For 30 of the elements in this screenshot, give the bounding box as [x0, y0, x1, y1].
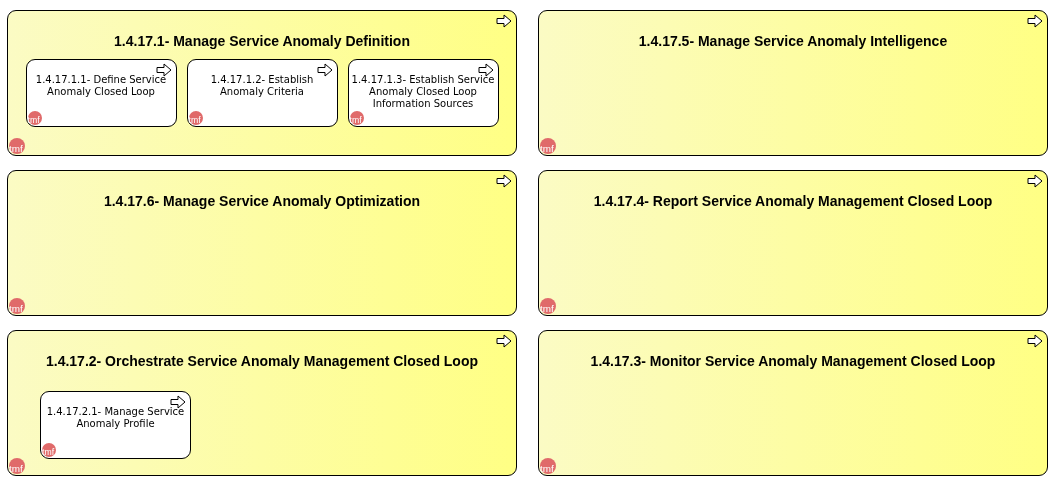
- logo-badge: tmf: [9, 458, 25, 474]
- arrow-icon: [496, 14, 512, 28]
- process-title: 1.4.17.6- Manage Service Anomaly Optimization: [103, 193, 421, 209]
- logo-badge: tmf: [42, 443, 56, 457]
- arrow-icon: [155, 63, 172, 77]
- logo-badge: tmf: [9, 298, 25, 314]
- subprocess-title: 1.4.17.1.3- Establish Service Anomaly Closed Loop Information Sources: [350, 74, 496, 110]
- arrow-icon: [1027, 174, 1043, 188]
- subprocess-title: 1.4.17.1.1- Define Service Anomaly Closed Loop: [34, 74, 168, 98]
- arrow-icon: [316, 63, 333, 77]
- process-title: 1.4.17.2- Orchestrate Service Anomaly Management Closed Loop: [45, 353, 479, 369]
- logo-badge: tmf: [27, 111, 42, 125]
- subprocess-title: 1.4.17.2.1- Manage Service Anomaly Profile: [45, 406, 186, 430]
- logo-badge: tmf: [188, 111, 203, 125]
- process-title: 1.4.17.1- Manage Service Anomaly Definition: [114, 33, 410, 49]
- arrow-icon: [170, 395, 186, 409]
- process-title: 1.4.17.3- Monitor Service Anomaly Management Closed Loop: [590, 353, 996, 369]
- arrow-icon: [1027, 334, 1043, 348]
- logo-badge: tmf: [9, 138, 25, 154]
- arrow-icon: [477, 63, 494, 77]
- subprocess-title: 1.4.17.1.2- Establish Anomaly Criteria: [209, 74, 315, 98]
- arrow-icon: [496, 334, 512, 348]
- process-title: 1.4.17.5- Manage Service Anomaly Intelligence: [638, 33, 948, 49]
- logo-badge: tmf: [540, 298, 556, 314]
- arrow-icon: [1027, 14, 1043, 28]
- logo-badge: tmf: [540, 458, 556, 474]
- logo-badge: tmf: [349, 111, 364, 125]
- logo-badge: tmf: [540, 138, 556, 154]
- arrow-icon: [496, 174, 512, 188]
- process-title: 1.4.17.4- Report Service Anomaly Management Closed Loop: [593, 193, 993, 209]
